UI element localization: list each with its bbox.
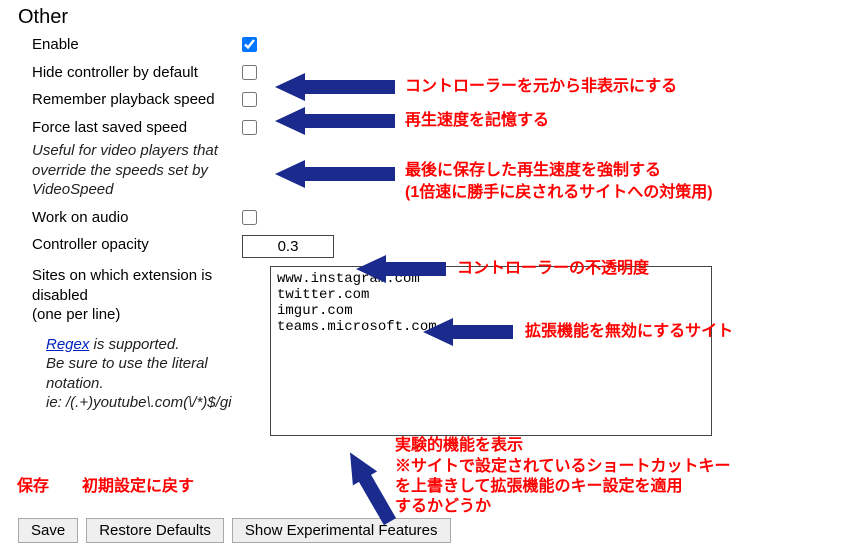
- opacity-input[interactable]: [242, 235, 334, 258]
- annotation-disabled-sites: 拡張機能を無効にするサイト: [525, 322, 733, 342]
- work-audio-checkbox[interactable]: [242, 210, 257, 225]
- save-button[interactable]: Save: [18, 518, 78, 543]
- annotation-experimental-l2: ※サイトで設定されているショートカットキー: [395, 457, 731, 477]
- regex-rest: is supported.: [89, 336, 179, 353]
- arrow-icon: [340, 450, 400, 525]
- opacity-label: Controller opacity: [18, 235, 236, 255]
- arrow-icon: [356, 255, 446, 283]
- annotation-force-speed-l2: (1倍速に勝手に戻されるサイトへの対策用): [405, 183, 713, 203]
- regex-link[interactable]: Regex: [46, 336, 89, 353]
- restore-defaults-button[interactable]: Restore Defaults: [86, 518, 224, 543]
- annotation-opacity: コントローラーの不透明度: [457, 259, 649, 279]
- regex-line2: Be sure to use the literal notation.: [46, 355, 208, 392]
- annotation-experimental-l3: を上書きして拡張機能のキー設定を適用: [395, 477, 683, 497]
- hide-default-checkbox[interactable]: [242, 65, 257, 80]
- disabled-sites-textarea[interactable]: [270, 266, 712, 436]
- regex-line3: ie: /(.+)youtube\.com(\/*)$/gi: [46, 394, 232, 411]
- work-audio-label: Work on audio: [18, 208, 236, 228]
- annotation-experimental-l1: 実験的機能を表示: [395, 436, 523, 456]
- remember-speed-label: Remember playback speed: [18, 90, 236, 110]
- annotation-hide-controller: コントローラーを元から非表示にする: [405, 77, 677, 97]
- arrow-icon: [423, 318, 513, 346]
- remember-speed-checkbox[interactable]: [242, 92, 257, 107]
- arrow-icon: [275, 107, 395, 135]
- section-title: Other: [18, 6, 853, 29]
- force-speed-checkbox[interactable]: [242, 120, 257, 135]
- annotation-remember-speed: 再生速度を記憶する: [405, 111, 549, 131]
- annotation-save: 保存: [17, 477, 49, 497]
- arrow-icon: [275, 160, 395, 188]
- force-speed-label: Force last saved speed: [32, 118, 236, 138]
- annotation-force-speed-l1: 最後に保存した再生速度を強制する: [405, 161, 661, 181]
- enable-checkbox[interactable]: [242, 37, 257, 52]
- hide-default-label: Hide controller by default: [18, 63, 236, 83]
- arrow-icon: [275, 73, 395, 101]
- disabled-sites-label: Sites on which extension is disabled: [32, 266, 264, 305]
- force-speed-hint: Useful for video players that override t…: [32, 141, 236, 200]
- annotation-experimental-l4: するかどうか: [395, 497, 491, 517]
- disabled-sites-sublabel: (one per line): [32, 305, 264, 325]
- annotation-restore: 初期設定に戻す: [82, 477, 194, 497]
- enable-label: Enable: [18, 35, 236, 55]
